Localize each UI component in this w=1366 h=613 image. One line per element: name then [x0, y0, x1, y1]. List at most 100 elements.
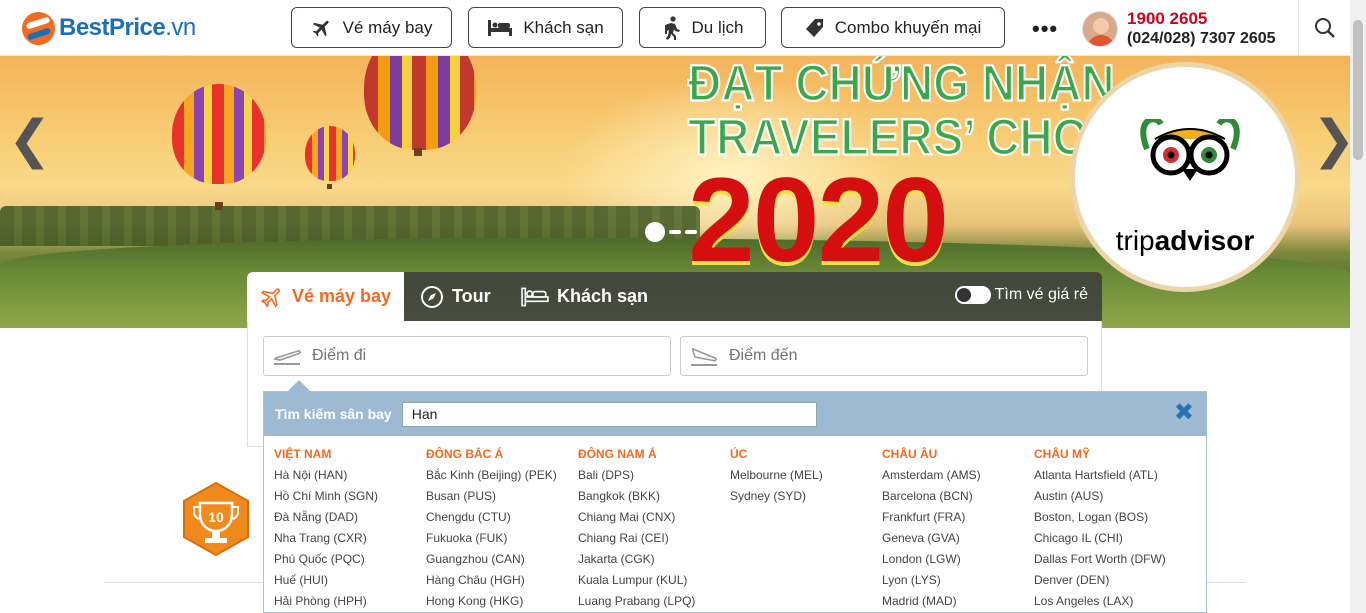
- balloon-image: [172, 84, 266, 184]
- hotline-secondary[interactable]: (024/028) 7307 2605: [1127, 30, 1276, 48]
- search-icon: [1314, 18, 1335, 38]
- nav-combo-button[interactable]: Combo khuyến mại: [781, 7, 1005, 48]
- airport-option[interactable]: Huế (HUI): [274, 573, 426, 594]
- landing-icon: [691, 347, 717, 366]
- airport-option[interactable]: Boston, Logan (BOS): [1034, 510, 1186, 531]
- airport-option[interactable]: Hải Phòng (HPH): [274, 594, 426, 612]
- tab-tour[interactable]: Tour: [420, 272, 491, 321]
- airport-option[interactable]: Los Angeles (LAX): [1034, 594, 1186, 612]
- hotline-primary[interactable]: 1900 2605: [1127, 9, 1207, 29]
- tab-hotels-label: Khách sạn: [557, 286, 649, 306]
- airport-option[interactable]: Chengdu (CTU): [426, 510, 578, 531]
- airport-option[interactable]: Hong Kong (HKG): [426, 594, 578, 612]
- header-search-button[interactable]: [1298, 0, 1350, 56]
- airport-region-heading: Đông Bắc Á: [426, 447, 504, 461]
- airport-option[interactable]: Bangkok (BKK): [578, 489, 730, 510]
- nav-flights-button[interactable]: Vé máy bay: [291, 7, 452, 48]
- balloon-image: [305, 126, 355, 181]
- airport-option[interactable]: Luang Prabang (LPQ): [578, 594, 730, 612]
- airport-option[interactable]: Dallas Fort Worth (DFW): [1034, 552, 1186, 573]
- cheap-fare-toggle-label: Tìm vé giá rẻ: [994, 286, 1088, 303]
- cheap-fare-toggle[interactable]: [954, 286, 991, 304]
- airport-option[interactable]: Austin (AUS): [1034, 489, 1186, 510]
- airport-search-label: Tìm kiếm sân bay: [275, 406, 392, 422]
- airport-region-columns: Việt Nam Hà Nội (HAN) Hồ Chí Minh (SGN) Đà …: [274, 446, 1186, 612]
- brand-domain: .vn: [165, 14, 196, 41]
- airport-option[interactable]: Lyon (LYS): [882, 573, 1034, 594]
- dropdown-caret: [287, 380, 311, 392]
- destination-field[interactable]: [680, 336, 1088, 376]
- bed-icon: [488, 19, 513, 36]
- airport-search-input[interactable]: [401, 401, 817, 427]
- airplane-icon: [260, 287, 280, 308]
- airport-option[interactable]: Frankfurt (FRA): [882, 510, 1034, 531]
- airport-option[interactable]: Chiang Rai (CEI): [578, 531, 730, 552]
- nav-hotels-label: Khách sạn: [523, 17, 604, 37]
- airport-option[interactable]: Chiang Mai (CNX): [578, 510, 730, 531]
- airport-option[interactable]: Atlanta Hartsfield (ATL): [1034, 468, 1186, 489]
- airport-option[interactable]: Denver (DEN): [1034, 573, 1186, 594]
- brand-name: BestPrice: [59, 14, 166, 41]
- destination-input[interactable]: [729, 347, 1069, 365]
- airport-option[interactable]: Barcelona (BCN): [882, 489, 1034, 510]
- hero-prev-arrow[interactable]: ❮: [8, 114, 52, 166]
- airport-option[interactable]: Jakarta (CGK): [578, 552, 730, 573]
- balloon-basket: [414, 148, 422, 156]
- promo-title-line1: ĐẠT CHỨNG NHẬN: [687, 56, 1116, 113]
- tab-flights-label: Vé máy bay: [291, 286, 392, 306]
- airport-option[interactable]: Hàng Châu (HGH): [426, 573, 578, 594]
- airport-option[interactable]: Hồ Chí Minh (SGN): [274, 489, 426, 510]
- carousel-dot[interactable]: [685, 230, 697, 234]
- carousel-dots: [645, 222, 697, 242]
- airport-option[interactable]: London (LGW): [882, 552, 1034, 573]
- airport-option[interactable]: Madrid (MAD): [882, 594, 1034, 612]
- nav-combo-label: Combo khuyến mại: [834, 17, 982, 37]
- tab-tour-label: Tour: [452, 286, 491, 306]
- origin-field[interactable]: [263, 336, 671, 376]
- airport-search-header: Tìm kiếm sân bay ✖: [264, 392, 1206, 436]
- airport-region-column: Việt Nam Hà Nội (HAN) Hồ Chí Minh (SGN) Đà …: [274, 446, 426, 612]
- tag-icon: [805, 18, 823, 37]
- nav-hotels-button[interactable]: Khách sạn: [468, 7, 623, 48]
- carousel-dot-active[interactable]: [645, 222, 665, 242]
- airport-option[interactable]: Guangzhou (CAN): [426, 552, 578, 573]
- airport-option[interactable]: Kuala Lumpur (KUL): [578, 573, 730, 594]
- bestprice-logo[interactable]: BestPrice.vn: [22, 10, 196, 46]
- origin-input[interactable]: [312, 347, 652, 365]
- hero-next-arrow[interactable]: ❯: [1312, 114, 1350, 166]
- airport-option[interactable]: Phú Quốc (PQC): [274, 552, 426, 573]
- airport-option[interactable]: Melbourne (MEL): [730, 468, 882, 489]
- airport-option[interactable]: Bali (DPS): [578, 468, 730, 489]
- airport-region-heading: Đông Nam Á: [578, 447, 657, 461]
- airport-option[interactable]: Geneva (GVA): [882, 531, 1034, 552]
- more-menu-button[interactable]: •••: [1032, 16, 1058, 42]
- airport-option[interactable]: Sydney (SYD): [730, 489, 882, 510]
- hiker-icon: [664, 15, 680, 40]
- logo-text: BestPrice.vn: [59, 14, 196, 42]
- airport-option[interactable]: Đà Nẵng (DAD): [274, 510, 426, 531]
- airport-option[interactable]: Bắc Kinh (Beijing) (PEK): [426, 468, 578, 489]
- airport-option[interactable]: Hà Nội (HAN): [274, 468, 426, 489]
- page-scrollbar[interactable]: [1350, 0, 1366, 613]
- tripadvisor-owl-icon: [1140, 119, 1240, 181]
- airport-option[interactable]: Busan (PUS): [426, 489, 578, 510]
- airport-option[interactable]: Amsterdam (AMS): [882, 468, 1034, 489]
- tab-hotels[interactable]: Khách sạn: [521, 272, 648, 321]
- nav-tours-label: Du lịch: [691, 17, 744, 37]
- site-header: BestPrice.vn Vé máy bay Khách sạn Du lịc…: [0, 0, 1350, 56]
- airport-option[interactable]: Chicago IL (CHI): [1034, 531, 1186, 552]
- airport-option[interactable]: Fukuoka (FUK): [426, 531, 578, 552]
- balloon-image: [364, 56, 476, 150]
- close-icon[interactable]: ✖: [1174, 401, 1194, 425]
- logo-mark-icon: [22, 11, 55, 45]
- airport-region-column: Châu Âu Amsterdam (AMS) Barcelona (BCN) Fra…: [882, 446, 1034, 612]
- tripadvisor-badge: tripadvisor: [1070, 62, 1300, 292]
- airport-option[interactable]: Nha Trang (CXR): [274, 531, 426, 552]
- tripadvisor-word-1: trip: [1115, 225, 1155, 256]
- carousel-dot[interactable]: [669, 230, 681, 234]
- scrollbar-thumb[interactable]: [1353, 20, 1363, 160]
- tripadvisor-wordmark: tripadvisor: [1075, 225, 1295, 257]
- nav-tours-button[interactable]: Du lịch: [639, 7, 766, 48]
- airport-region-heading: Úc: [730, 447, 748, 461]
- tab-flights[interactable]: Vé máy bay: [247, 272, 404, 321]
